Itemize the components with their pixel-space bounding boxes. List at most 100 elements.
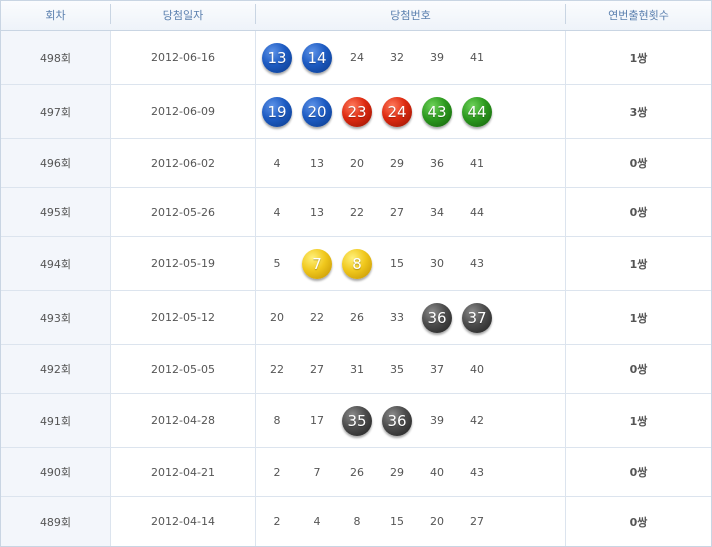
table-row: 493회 2012-05-12 20 22 26 33 36 37 1쌍 bbox=[1, 291, 711, 345]
number-text: 29 bbox=[390, 156, 404, 170]
numbers-cell: 8 17 35 36 39 42 bbox=[256, 394, 566, 447]
number-text: 33 bbox=[390, 311, 404, 324]
header-numbers: 당첨번호 bbox=[390, 9, 431, 22]
round-cell: 495회 bbox=[1, 188, 111, 236]
number-text: 4 bbox=[273, 156, 281, 170]
round-cell: 496회 bbox=[1, 139, 111, 187]
number-text: 41 bbox=[470, 51, 484, 64]
consecutive-count-cell: 0쌍 bbox=[629, 157, 648, 170]
table-row: 494회 2012-05-19 5 7 8 15 30 43 1쌍 bbox=[1, 237, 711, 291]
date-cell: 2012-05-19 bbox=[111, 237, 256, 290]
number-ball-gray: 36 bbox=[422, 302, 452, 333]
number-ball-gray: 37 bbox=[462, 302, 492, 333]
numbers-cell: 2 4 8 15 20 27 bbox=[256, 497, 566, 546]
numbers-cell: 19 20 23 24 43 44 bbox=[256, 85, 566, 138]
date-cell: 2012-06-02 bbox=[111, 139, 256, 187]
numbers-cell: 20 22 26 33 36 37 bbox=[256, 291, 566, 344]
number-text: 40 bbox=[430, 465, 444, 479]
date-cell: 2012-05-26 bbox=[111, 188, 256, 236]
number-text: 13 bbox=[310, 205, 324, 219]
number-text: 7 bbox=[313, 465, 321, 479]
table-row: 497회 2012-06-09 19 20 23 24 43 44 3쌍 bbox=[1, 85, 711, 139]
date-cell: 2012-06-09 bbox=[111, 85, 256, 138]
number-text: 2 bbox=[273, 515, 281, 528]
table-row: 492회 2012-05-05 22 27 31 35 37 40 0쌍 bbox=[1, 345, 711, 394]
round-cell: 492회 bbox=[1, 345, 111, 393]
numbers-cell: 4 13 20 29 36 41 bbox=[256, 139, 566, 187]
table-row: 489회 2012-04-14 2 4 8 15 20 27 0쌍 bbox=[1, 497, 711, 546]
lotto-results-table: 회차 당첨일자 당첨번호 연번출현횟수 498회 2012-06-16 13 14 24… bbox=[0, 0, 712, 547]
number-ball-blue: 13 bbox=[262, 42, 292, 73]
number-text: 37 bbox=[430, 362, 444, 376]
number-ball-blue: 20 bbox=[302, 96, 332, 127]
date-cell: 2012-04-28 bbox=[111, 394, 256, 447]
number-text: 2 bbox=[273, 465, 281, 479]
header-date: 당첨일자 bbox=[162, 9, 204, 22]
round-cell: 490회 bbox=[1, 448, 111, 496]
number-text: 22 bbox=[270, 362, 284, 376]
number-ball-yellow: 8 bbox=[342, 248, 372, 279]
round-cell: 494회 bbox=[1, 237, 111, 290]
number-ball-blue: 19 bbox=[262, 96, 292, 127]
number-text: 15 bbox=[390, 257, 404, 270]
table-row: 491회 2012-04-28 8 17 35 36 39 42 1쌍 bbox=[1, 394, 711, 448]
number-text: 4 bbox=[273, 205, 281, 219]
number-text: 44 bbox=[470, 205, 484, 219]
round-cell: 493회 bbox=[1, 291, 111, 344]
consecutive-count-cell: 1쌍 bbox=[629, 51, 648, 65]
numbers-cell: 2 7 26 29 40 43 bbox=[256, 448, 566, 496]
number-text: 15 bbox=[390, 515, 404, 528]
table-row: 498회 2012-06-16 13 14 24 32 39 41 1쌍 bbox=[1, 31, 711, 85]
number-text: 24 bbox=[350, 51, 364, 64]
table-row: 490회 2012-04-21 2 7 26 29 40 43 0쌍 bbox=[1, 448, 711, 497]
number-text: 5 bbox=[273, 257, 281, 270]
number-text: 36 bbox=[430, 156, 444, 170]
number-ball-green: 44 bbox=[462, 96, 492, 127]
table-row: 496회 2012-06-02 4 13 20 29 36 41 0쌍 bbox=[1, 139, 711, 188]
number-text: 43 bbox=[470, 465, 484, 479]
number-ball-red: 24 bbox=[382, 96, 412, 127]
consecutive-count-cell: 1쌍 bbox=[629, 257, 648, 271]
consecutive-count-cell: 3쌍 bbox=[629, 105, 648, 119]
number-text: 39 bbox=[430, 414, 444, 427]
number-text: 35 bbox=[390, 362, 404, 376]
number-text: 8 bbox=[273, 414, 281, 427]
number-ball-gray: 35 bbox=[342, 405, 372, 436]
number-text: 34 bbox=[430, 205, 444, 219]
header-round: 회차 bbox=[45, 9, 66, 22]
number-ball-blue: 14 bbox=[302, 42, 332, 73]
number-text: 22 bbox=[310, 311, 324, 324]
number-text: 13 bbox=[310, 156, 324, 170]
number-text: 39 bbox=[430, 51, 444, 64]
number-text: 8 bbox=[353, 515, 361, 528]
date-cell: 2012-06-16 bbox=[111, 31, 256, 84]
number-text: 30 bbox=[430, 257, 444, 270]
number-text: 4 bbox=[313, 515, 321, 528]
round-cell: 491회 bbox=[1, 394, 111, 447]
round-cell: 497회 bbox=[1, 85, 111, 138]
round-cell: 489회 bbox=[1, 497, 111, 546]
consecutive-count-cell: 0쌍 bbox=[629, 466, 648, 479]
number-text: 20 bbox=[270, 311, 284, 324]
number-text: 43 bbox=[470, 257, 484, 270]
date-cell: 2012-04-21 bbox=[111, 448, 256, 496]
number-ball-red: 23 bbox=[342, 96, 372, 127]
numbers-cell: 4 13 22 27 34 44 bbox=[256, 188, 566, 236]
numbers-cell: 22 27 31 35 37 40 bbox=[256, 345, 566, 393]
table-row: 495회 2012-05-26 4 13 22 27 34 44 0쌍 bbox=[1, 188, 711, 237]
consecutive-count-cell: 0쌍 bbox=[629, 206, 648, 219]
number-text: 20 bbox=[350, 156, 364, 170]
number-text: 27 bbox=[390, 205, 404, 219]
number-text: 41 bbox=[470, 156, 484, 170]
consecutive-count-cell: 0쌍 bbox=[629, 515, 648, 529]
consecutive-count-cell: 1쌍 bbox=[629, 311, 648, 325]
number-text: 26 bbox=[350, 311, 364, 324]
numbers-cell: 13 14 24 32 39 41 bbox=[256, 31, 566, 84]
number-text: 31 bbox=[350, 362, 364, 376]
number-ball-green: 43 bbox=[422, 96, 452, 127]
number-text: 20 bbox=[430, 515, 444, 528]
date-cell: 2012-04-14 bbox=[111, 497, 256, 546]
number-ball-gray: 36 bbox=[382, 405, 412, 436]
number-text: 42 bbox=[470, 414, 484, 427]
header-consecutive: 연번출현횟수 bbox=[608, 9, 669, 22]
